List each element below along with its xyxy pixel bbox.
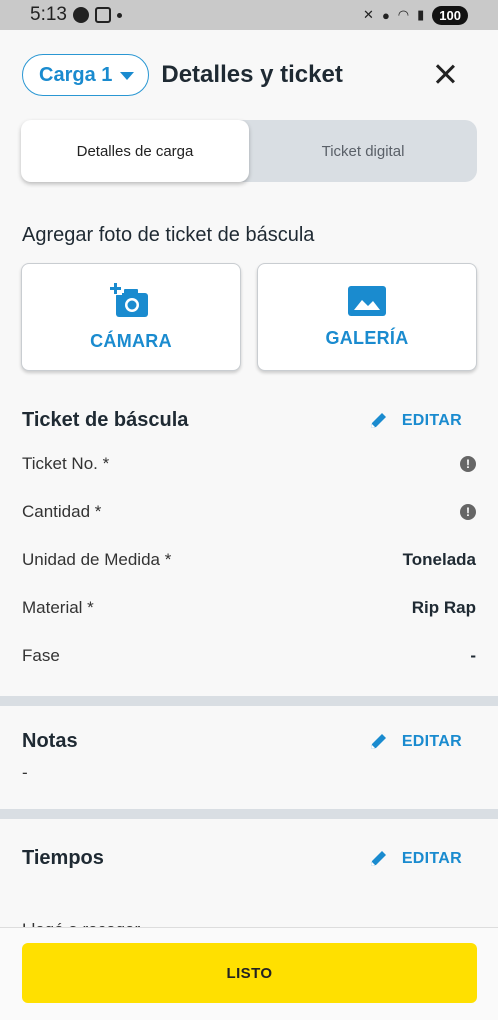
photo-section-label: Agregar foto de ticket de báscula — [22, 224, 315, 246]
load-selector-label: Carga 1 — [39, 63, 113, 86]
tab-switcher: Detalles de carga Ticket digital — [21, 120, 477, 182]
edit-times-button[interactable]: EDITAR — [368, 849, 462, 869]
calendar-icon — [94, 7, 111, 23]
pencil-icon — [370, 733, 386, 749]
photo-options: CÁMARA GALERÍA — [0, 263, 498, 371]
notes-section-header: Notas EDITAR — [0, 730, 498, 753]
ticket-row-unit[interactable]: Unidad de Medida * Tonelada — [0, 536, 498, 584]
row-label: Material * — [22, 598, 94, 617]
notification-icon — [72, 7, 89, 23]
ticket-row-ticket-no[interactable]: Ticket No. * ! — [0, 440, 498, 488]
row-label: Cantidad * — [22, 502, 102, 521]
done-button[interactable]: LISTO — [22, 943, 477, 1003]
row-label: Ticket No. * — [22, 454, 110, 473]
info-icon: ! — [460, 456, 476, 472]
load-selector-button[interactable]: Carga 1 — [22, 54, 150, 96]
camera-label: CÁMARA — [90, 330, 172, 351]
notes-text: - — [22, 763, 28, 782]
ticket-section-title: Ticket de báscula — [22, 409, 189, 431]
tab-load-details[interactable]: Detalles de carga — [21, 120, 249, 182]
wifi-icon: ◠ — [397, 7, 410, 22]
times-section-header: Tiempos EDITAR — [0, 847, 498, 870]
mute-icon: ✕ — [363, 7, 374, 22]
pencil-icon — [370, 850, 386, 866]
status-bar: 5:13 ✕ ● ◠ ▮ 100 — [0, 0, 498, 30]
edit-notes-button[interactable]: EDITAR — [368, 732, 462, 752]
gallery-label: GALERÍA — [325, 327, 409, 348]
notes-value: - — [0, 753, 498, 793]
ticket-section-header: Ticket de báscula EDITAR — [0, 409, 498, 432]
more-notifications-icon — [116, 12, 122, 18]
close-icon[interactable] — [434, 63, 456, 85]
edit-notes-label: EDITAR — [401, 732, 462, 750]
chevron-down-icon — [120, 72, 135, 80]
signal-icon: ▮ — [417, 7, 425, 22]
edit-times-label: EDITAR — [401, 849, 462, 867]
edit-ticket-button[interactable]: EDITAR — [368, 411, 462, 431]
times-section-title: Tiempos — [22, 847, 104, 869]
notes-section-title: Notas — [22, 730, 78, 752]
pencil-icon — [370, 412, 386, 428]
row-value: Tonelada — [402, 550, 476, 569]
tab-digital-ticket[interactable]: Ticket digital — [249, 120, 477, 182]
info-icon: ! — [460, 504, 476, 520]
bottom-bar: LISTO — [0, 927, 498, 1020]
header: Carga 1 Detalles y ticket — [0, 30, 498, 120]
ticket-row-phase[interactable]: Fase - — [0, 632, 498, 680]
status-time: 5:13 — [30, 4, 67, 25]
section-divider — [0, 809, 498, 819]
ticket-row-quantity[interactable]: Cantidad * ! — [0, 488, 498, 536]
location-icon: ● — [381, 7, 390, 23]
battery-icon: 100 — [432, 5, 468, 25]
ticket-row-material[interactable]: Material * Rip Rap — [0, 584, 498, 632]
row-label: Fase — [22, 646, 60, 665]
row-value: - — [470, 646, 476, 665]
image-icon — [348, 285, 386, 316]
page-title: Detalles y ticket — [161, 61, 343, 88]
section-divider — [0, 696, 498, 706]
row-label: Unidad de Medida * — [22, 550, 172, 569]
camera-button[interactable]: CÁMARA — [21, 263, 241, 371]
gallery-button[interactable]: GALERÍA — [257, 263, 477, 371]
edit-ticket-label: EDITAR — [401, 411, 462, 429]
row-value: Rip Rap — [411, 598, 476, 617]
add-camera-icon — [110, 282, 148, 317]
